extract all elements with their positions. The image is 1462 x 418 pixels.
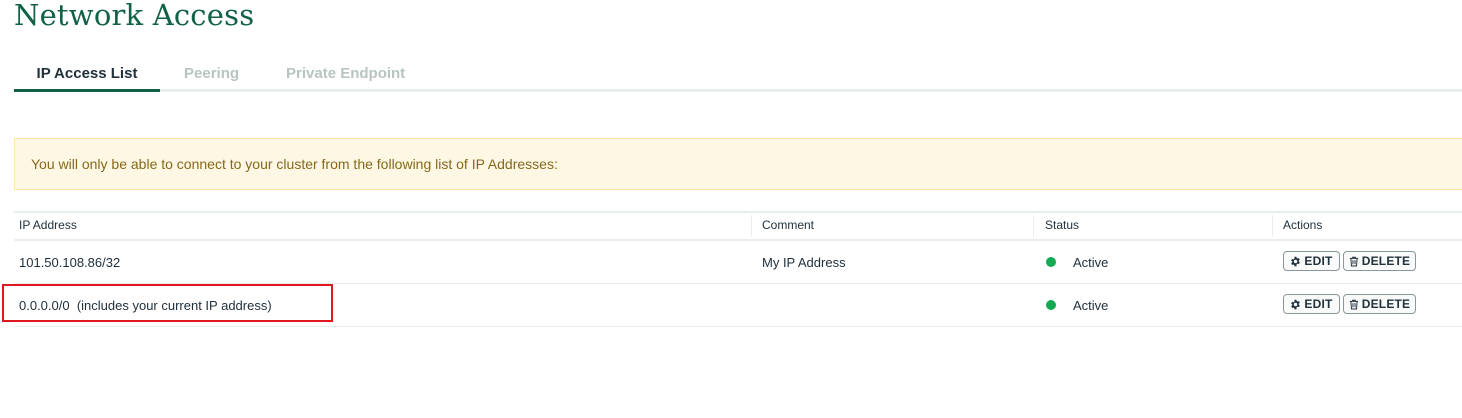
edit-button-label: EDIT bbox=[1304, 297, 1333, 311]
edit-button-label: EDIT bbox=[1304, 254, 1333, 268]
page-title: Network Access bbox=[14, 0, 255, 32]
header-status: Status bbox=[1045, 218, 1080, 232]
edit-button[interactable]: EDIT bbox=[1283, 294, 1340, 314]
column-divider bbox=[1272, 215, 1273, 237]
table-row: 101.50.108.86/32 My IP Address Active ED… bbox=[14, 241, 1462, 284]
status-cell: Active bbox=[1073, 298, 1109, 313]
delete-button[interactable]: DELETE bbox=[1343, 251, 1416, 271]
table-header: IP Address Comment Status Actions bbox=[14, 211, 1462, 241]
tab-bar: IP Access List Peering Private Endpoint bbox=[14, 58, 1462, 92]
delete-button[interactable]: DELETE bbox=[1343, 294, 1416, 314]
active-tab-indicator bbox=[14, 89, 160, 92]
edit-button[interactable]: EDIT bbox=[1283, 251, 1340, 271]
delete-button-label: DELETE bbox=[1361, 297, 1411, 311]
header-comment: Comment bbox=[762, 218, 815, 232]
header-actions: Actions bbox=[1283, 218, 1323, 232]
highlight-annotation-box bbox=[2, 284, 333, 322]
info-banner: You will only be able to connect to your… bbox=[14, 138, 1462, 190]
ip-address-cell: 101.50.108.86/32 bbox=[19, 255, 121, 270]
status-active-dot bbox=[1046, 300, 1056, 310]
header-ip-address: IP Address bbox=[19, 218, 77, 232]
column-divider bbox=[751, 215, 752, 237]
comment-cell: My IP Address bbox=[762, 255, 846, 270]
status-active-dot bbox=[1046, 257, 1056, 267]
tab-peering[interactable]: Peering bbox=[184, 58, 239, 89]
tab-private-endpoint[interactable]: Private Endpoint bbox=[286, 58, 405, 89]
status-cell: Active bbox=[1073, 255, 1109, 270]
trash-icon bbox=[1349, 299, 1358, 309]
banner-text: You will only be able to connect to your… bbox=[31, 156, 558, 172]
tab-ip-access-list[interactable]: IP Access List bbox=[14, 58, 160, 89]
gear-icon bbox=[1291, 299, 1301, 309]
column-divider bbox=[1033, 215, 1034, 237]
delete-button-label: DELETE bbox=[1361, 254, 1411, 268]
gear-icon bbox=[1291, 256, 1301, 266]
trash-icon bbox=[1349, 256, 1358, 266]
